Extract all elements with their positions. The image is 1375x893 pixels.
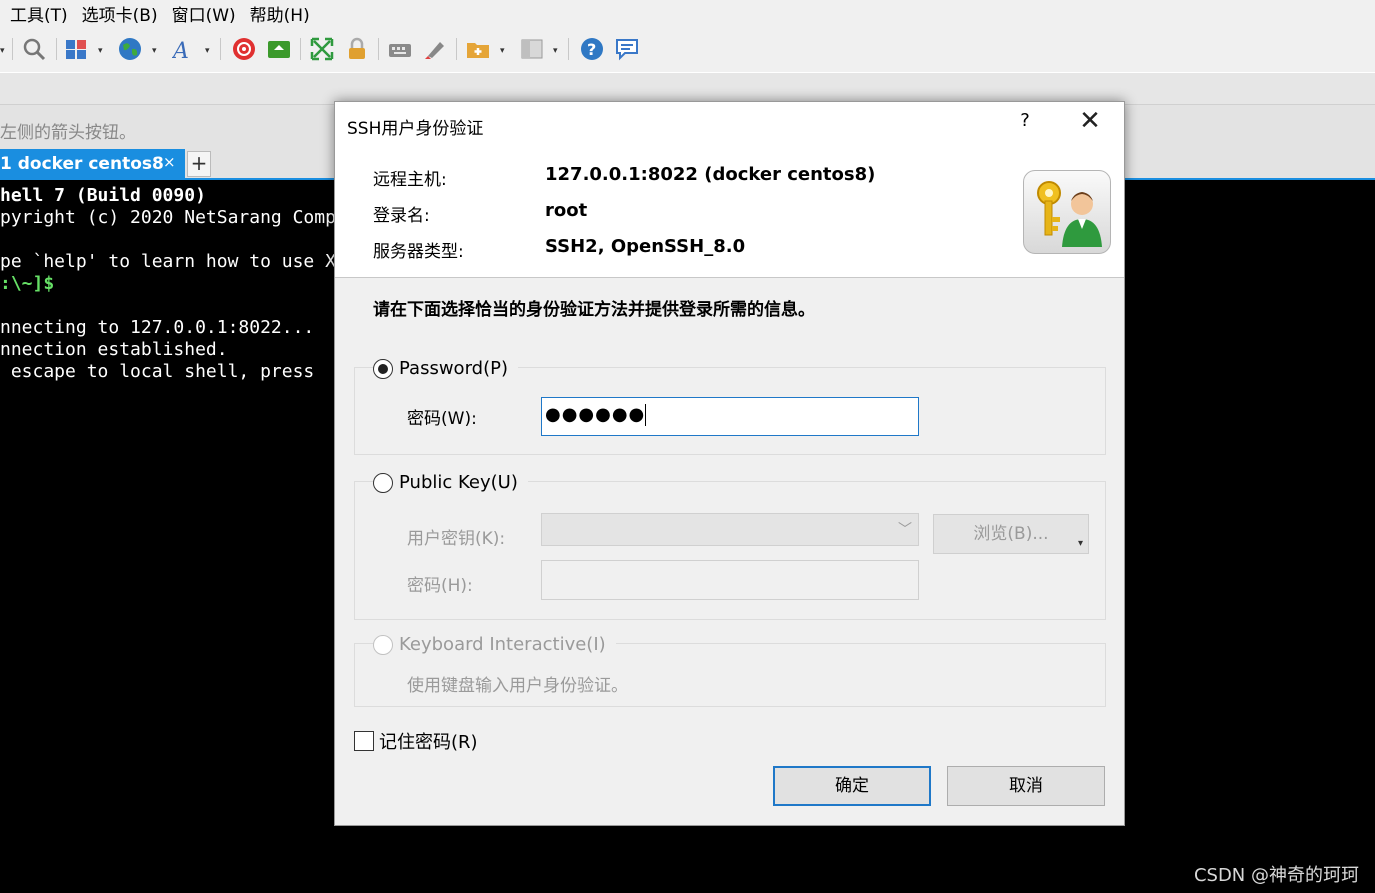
keyboard-interactive-option-label: Keyboard Interactive(I) [399,634,606,655]
public-key-option-label: Public Key(U) [399,472,518,493]
svg-text:A: A [172,39,189,61]
chevron-down-icon[interactable]: ▾ [98,46,103,56]
help-icon[interactable]: ? [580,37,604,61]
terminal-prompt: :\~]$ [0,273,55,294]
globe-icon[interactable] [118,37,142,61]
chevron-down-icon[interactable]: ▾ [553,46,558,56]
folder-add-icon[interactable] [466,37,490,61]
menu-tools[interactable]: 工具(T) [10,1,68,26]
chevron-down-icon[interactable]: ▾ [500,46,505,56]
terminal-line: escape to local shell, press [0,361,326,382]
login-name-label: 登录名: [373,206,430,226]
watermark: CSDN @神奇的珂珂 [1193,865,1359,886]
dialog-titlebar[interactable]: SSH用户身份验证 ? ✕ [335,102,1124,148]
tab-docker-centos8[interactable]: 1 docker centos8 × [0,149,185,180]
user-key-select[interactable]: ﹀ [541,513,919,546]
radio-button[interactable] [373,358,393,379]
browse-button[interactable]: 浏览(B)... ▾ [933,514,1089,554]
lock-icon[interactable] [345,37,369,61]
toolbar-separator [568,38,569,60]
radio-button[interactable] [373,634,393,655]
browse-button-label: 浏览(B)... [973,524,1049,544]
chevron-down-icon[interactable]: ▾ [152,46,157,56]
dialog-title: SSH用户身份验证 [347,119,484,139]
radio-button[interactable] [373,472,393,493]
terminal-line: pyright (c) 2020 NetSarang Comp [0,207,336,228]
toolbar: ▾ ▾ ▾ A ▾ ▾ ▾ ? [0,26,1375,72]
remote-host-value: 127.0.0.1:8022 (docker centos8) [545,164,876,185]
toolbar-separator [12,38,13,60]
password-label: 密码(W): [407,409,477,429]
password-field[interactable]: ●●●●●● [541,397,919,436]
font-icon[interactable]: A [171,37,196,64]
keyboard-interactive-radio[interactable]: Keyboard Interactive(I) [373,634,616,655]
password-mask: ●●●●●● [545,404,646,425]
add-tab-button[interactable]: + [187,151,211,177]
connection-info-panel: 远程主机: 127.0.0.1:8022 (docker centos8) 登录… [335,148,1124,278]
chat-icon[interactable] [615,37,639,61]
public-key-radio[interactable]: Public Key(U) [373,472,528,493]
fullscreen-icon[interactable] [310,37,334,61]
password-option-label: Password(P) [399,358,508,379]
terminal-line: nnection established. [0,339,228,360]
search-icon[interactable] [22,37,46,61]
text-caret [645,404,647,426]
highlight-icon[interactable] [423,37,447,61]
svg-text:?: ? [587,40,596,59]
checkbox[interactable] [354,731,374,751]
chevron-down-icon[interactable]: ▾ [0,46,5,56]
close-button[interactable]: ✕ [1073,106,1107,144]
instruction-text: 请在下面选择恰当的身份验证方法并提供登录所需的信息。 [373,300,815,320]
remember-password-label: 记住密码(R) [379,732,478,753]
keyboard-icon[interactable] [388,37,412,61]
key-user-icon [1023,170,1111,254]
toolbar-separator [220,38,221,60]
login-name-value: root [545,200,588,221]
user-key-label: 用户密钥(K): [407,529,506,549]
ssh-auth-dialog: SSH用户身份验证 ? ✕ 远程主机: 127.0.0.1:8022 (dock… [334,101,1125,826]
transfer-icon[interactable] [267,37,291,61]
terminal-line: hell 7 (Build 0090) [0,185,206,206]
chevron-down-icon[interactable]: ▾ [205,46,210,56]
hint-text: 左侧的箭头按钮。 [0,123,136,143]
remote-host-label: 远程主机: [373,170,447,190]
spiral-icon[interactable] [232,37,256,61]
help-button[interactable]: ? [1011,110,1039,140]
tab-label: 1 docker centos8 [0,154,164,174]
toolbar-separator [378,38,379,60]
chevron-down-icon: ﹀ [898,522,912,538]
passphrase-label: 密码(H): [407,576,473,596]
menu-window[interactable]: 窗口(W) [172,1,236,26]
menu-bar: 工具(T) 选项卡(B) 窗口(W) 帮助(H) [0,0,1375,26]
keyboard-interactive-desc: 使用键盘输入用户身份验证。 [407,676,628,696]
terminal-line: nnecting to 127.0.0.1:8022... [0,317,315,338]
passphrase-field[interactable] [541,560,919,600]
ok-button[interactable]: 确定 [773,766,931,806]
remember-password-checkbox[interactable]: 记住密码(R) [354,728,478,754]
terminal-line: pe `help' to learn how to use X [0,251,336,272]
menu-tabs[interactable]: 选项卡(B) [82,1,158,26]
server-type-label: 服务器类型: [373,242,464,262]
toolbar-separator [456,38,457,60]
toolbar-separator [300,38,301,60]
layout-icon[interactable] [64,37,88,61]
menu-help[interactable]: 帮助(H) [250,1,310,26]
toolbar-separator [56,38,57,60]
password-radio[interactable]: Password(P) [373,358,518,379]
tab-close-icon[interactable]: × [163,153,176,171]
server-type-value: SSH2, OpenSSH_8.0 [545,236,746,257]
panel-icon[interactable] [520,37,544,61]
cancel-button[interactable]: 取消 [947,766,1105,806]
chevron-down-icon: ▾ [1077,538,1083,549]
